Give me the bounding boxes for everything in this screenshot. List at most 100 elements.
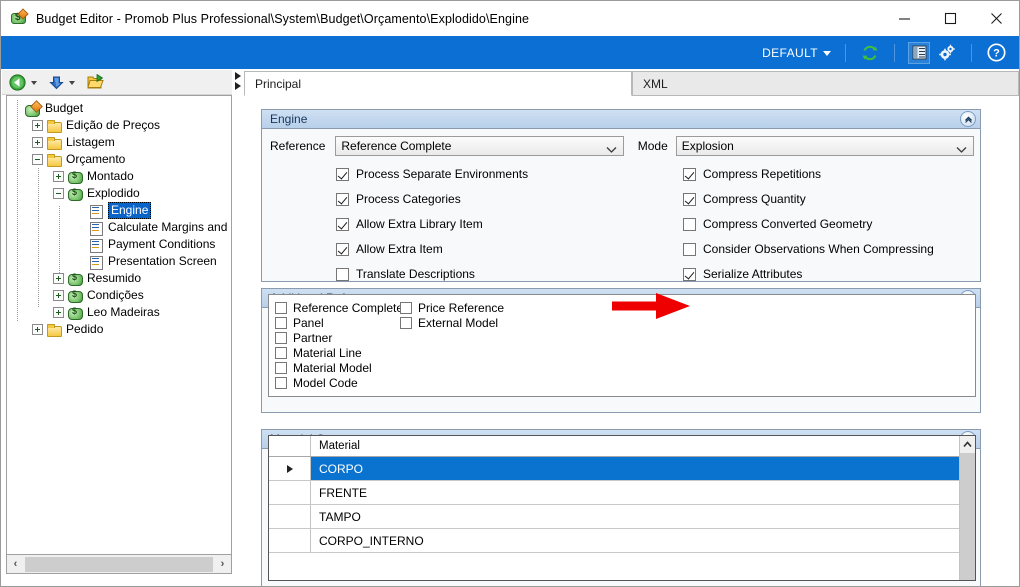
folder-icon <box>46 136 62 150</box>
checkbox-checked-icon[interactable] <box>336 217 349 231</box>
tab-principal[interactable]: Principal <box>244 71 632 96</box>
checkbox-checked-icon[interactable] <box>683 267 696 281</box>
additional-references-column-2: Price Reference External Model <box>400 300 504 330</box>
checkbox-unchecked-icon[interactable] <box>683 217 696 231</box>
checkbox-unchecked-icon[interactable] <box>275 331 287 344</box>
checkbox-unchecked-icon[interactable] <box>275 376 287 389</box>
profile-dropdown[interactable]: DEFAULT <box>762 46 831 60</box>
tree-expand-icon[interactable] <box>32 120 43 131</box>
forward-chevron-down-icon[interactable] <box>69 81 75 85</box>
back-chevron-down-icon[interactable] <box>31 81 37 85</box>
scroll-left-icon[interactable]: ‹ <box>7 555 24 573</box>
back-button[interactable] <box>9 73 26 91</box>
table-row[interactable]: FRENTE <box>269 481 975 505</box>
checkbox-checked-icon[interactable] <box>336 242 349 256</box>
addref-checkbox-price-reference[interactable]: Price Reference <box>400 300 504 315</box>
tree-item-resumido[interactable]: Resumido <box>11 270 231 287</box>
table-row[interactable]: CORPO <box>269 457 975 481</box>
tree-expand-icon[interactable] <box>53 171 64 182</box>
tree-item-edi-o-de-pre-os[interactable]: Edição de Preços <box>11 117 231 134</box>
checkbox-checked-icon[interactable] <box>683 192 696 206</box>
addref-checkbox-material-model[interactable]: Material Model <box>275 360 403 375</box>
checkbox-unchecked-icon[interactable] <box>275 346 287 359</box>
tree-item-listagem[interactable]: Listagem <box>11 134 231 151</box>
checkbox-unchecked-icon[interactable] <box>336 267 349 281</box>
tree-item-or-amento[interactable]: Orçamento <box>11 151 231 168</box>
tree-expand-icon[interactable] <box>32 137 43 148</box>
addref-checkbox-label: Material Model <box>293 360 372 375</box>
addref-checkbox-partner[interactable]: Partner <box>275 330 403 345</box>
tree-expand-icon[interactable] <box>53 273 64 284</box>
maximize-icon[interactable] <box>927 1 973 35</box>
checkbox-unchecked-icon[interactable] <box>275 301 287 314</box>
close-icon[interactable] <box>973 1 1019 35</box>
tree-item-montado[interactable]: Montado <box>11 168 231 185</box>
tree-item-condi-es[interactable]: Condições <box>11 287 231 304</box>
settings-gears-icon[interactable] <box>936 42 958 64</box>
checkbox-process-separate-environments[interactable]: Process Separate Environments <box>336 165 528 183</box>
tree-item-engine[interactable]: Engine <box>11 202 231 219</box>
reference-dropdown[interactable]: Reference Complete <box>335 136 624 156</box>
scrollbar-thumb[interactable] <box>25 556 213 572</box>
tree-horizontal-scrollbar[interactable]: ‹ › <box>6 555 232 574</box>
checkbox-unchecked-icon[interactable] <box>683 242 696 256</box>
scroll-up-icon[interactable] <box>960 436 975 453</box>
refresh-icon[interactable] <box>859 42 881 64</box>
checkbox-unchecked-icon[interactable] <box>275 361 287 374</box>
checkbox-label: Compress Converted Geometry <box>703 217 873 231</box>
checkbox-process-categories[interactable]: Process Categories <box>336 190 528 208</box>
addref-checkbox-panel[interactable]: Panel <box>275 315 403 330</box>
checkbox-unchecked-icon[interactable] <box>400 316 412 329</box>
checkbox-unchecked-icon[interactable] <box>275 316 287 329</box>
forward-down-button[interactable] <box>49 75 64 90</box>
tree-item-explodido[interactable]: Explodido <box>11 185 231 202</box>
minimize-icon[interactable] <box>881 1 927 35</box>
tree-expand-icon[interactable] <box>53 307 64 318</box>
tree-item-pedido[interactable]: Pedido <box>11 321 231 338</box>
checkbox-compress-quantity[interactable]: Compress Quantity <box>683 190 934 208</box>
checkbox-label: Translate Descriptions <box>356 267 475 281</box>
panel-splitter[interactable] <box>233 70 243 586</box>
collapse-chevron-up-icon[interactable] <box>960 111 976 127</box>
tree-item-presentation-screen[interactable]: Presentation Screen <box>11 253 231 270</box>
checkbox-allow-extra-item[interactable]: Allow Extra Item <box>336 240 528 258</box>
tree-item-payment-conditions[interactable]: Payment Conditions <box>11 236 231 253</box>
checkbox-checked-icon[interactable] <box>336 167 349 181</box>
addref-checkbox-external-model[interactable]: External Model <box>400 315 504 330</box>
tab-xml[interactable]: XML <box>632 71 1019 96</box>
table-row[interactable]: CORPO_INTERNO <box>269 529 975 553</box>
tree-expand-icon[interactable] <box>32 324 43 335</box>
tree-expand-icon[interactable] <box>53 290 64 301</box>
tree-item-budget[interactable]: Budget <box>11 100 231 117</box>
checkbox-checked-icon[interactable] <box>336 192 349 206</box>
script-page-icon <box>88 221 104 236</box>
tree-item-leo-madeiras[interactable]: Leo Madeiras <box>11 304 231 321</box>
grid-vertical-scrollbar[interactable] <box>959 436 975 580</box>
addref-checkbox-label: Reference Complete <box>293 300 404 315</box>
tree-collapse-icon[interactable] <box>53 188 64 199</box>
material-components-grid[interactable]: Material CORPO FRENTE TAMPO CORPO_INTERNO <box>268 435 976 581</box>
checkbox-unchecked-icon[interactable] <box>400 301 412 314</box>
window-title: Budget Editor - Promob Plus Professional… <box>36 11 530 26</box>
addref-checkbox-material-line[interactable]: Material Line <box>275 345 403 360</box>
checkbox-translate-descriptions[interactable]: Translate Descriptions <box>336 265 528 283</box>
splitter-collapse-icon[interactable] <box>235 72 243 92</box>
open-folder-button[interactable] <box>87 74 104 90</box>
layout-icon[interactable] <box>908 41 930 64</box>
checkbox-serialize-attributes[interactable]: Serialize Attributes <box>683 265 934 283</box>
checkbox-label: Consider Observations When Compressing <box>703 242 934 256</box>
checkbox-consider-observations-when-compressing[interactable]: Consider Observations When Compressing <box>683 240 934 258</box>
checkbox-checked-icon[interactable] <box>683 167 696 181</box>
checkbox-allow-extra-library-item[interactable]: Allow Extra Library Item <box>336 215 528 233</box>
checkbox-compress-repetitions[interactable]: Compress Repetitions <box>683 165 934 183</box>
tree-collapse-icon[interactable] <box>32 154 43 165</box>
addref-checkbox-reference-complete[interactable]: Reference Complete <box>275 300 403 315</box>
checkbox-compress-converted-geometry[interactable]: Compress Converted Geometry <box>683 215 934 233</box>
navigation-tree-panel[interactable]: Budget Edição de Preços Listagem Orçamento M… <box>6 95 232 555</box>
scroll-right-icon[interactable]: › <box>214 555 231 573</box>
help-icon[interactable]: ? <box>985 42 1007 64</box>
mode-dropdown[interactable]: Explosion <box>675 136 974 156</box>
table-row[interactable]: TAMPO <box>269 505 975 529</box>
addref-checkbox-model-code[interactable]: Model Code <box>275 375 403 390</box>
tree-item-calculate-margins-and-price[interactable]: Calculate Margins and Price <box>11 219 231 236</box>
